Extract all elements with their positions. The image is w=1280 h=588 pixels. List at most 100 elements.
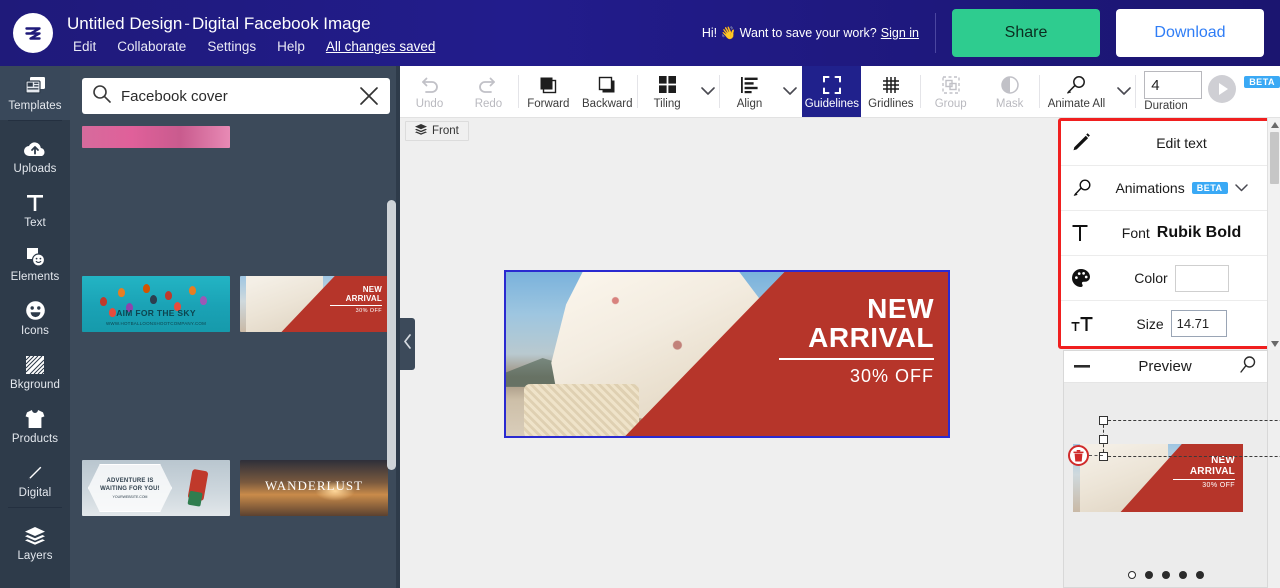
close-x-icon[interactable]: [358, 85, 380, 107]
play-button[interactable]: [1202, 66, 1242, 117]
elements-icon: [25, 246, 46, 268]
pagination-dot-5[interactable]: [1195, 571, 1204, 579]
size-row[interactable]: Size: [1061, 301, 1268, 346]
selection-handle-tl[interactable]: [1099, 416, 1108, 425]
thumb-sub: YOURWEBSITE.COM: [112, 495, 148, 499]
collapse-panel-button[interactable]: [400, 318, 415, 370]
font-value[interactable]: Rubik Bold: [1157, 224, 1241, 242]
duration-input[interactable]: [1144, 71, 1203, 99]
search-box[interactable]: [82, 78, 390, 114]
sidebar-item-bkground[interactable]: Bkground: [0, 345, 70, 399]
canvas-toolbar: Undo Redo Forward Backward Tiling Align …: [400, 66, 1280, 118]
list-item[interactable]: WANDERLUST: [240, 460, 388, 516]
list-item[interactable]: ADVENTURE IS WAITING FOR YOU! YOURWEBSIT…: [82, 460, 230, 516]
design-canvas[interactable]: NEW ARRIVAL 30% OFF: [504, 270, 950, 438]
minimize-button[interactable]: [1074, 365, 1090, 368]
templates-scrollbar[interactable]: [387, 200, 396, 470]
guidelines-label: Guidelines: [804, 97, 860, 110]
scroll-down-arrow-icon[interactable]: [1268, 337, 1280, 350]
signin-prompt-text: Hi! 👋 Want to save your work?: [701, 25, 877, 40]
layers-icon: [24, 525, 46, 547]
animate-all-button[interactable]: Animate All: [1040, 66, 1113, 117]
thumb-line2: ARRIVAL: [345, 294, 382, 303]
align-lines-icon: [740, 74, 759, 96]
sidebar-item-text[interactable]: Text: [0, 183, 70, 237]
animations-label: Animations: [1115, 180, 1185, 196]
list-item[interactable]: [82, 126, 230, 148]
group-label: Group: [934, 97, 967, 110]
guidelines-button[interactable]: Guidelines: [802, 66, 862, 117]
animate-icon: [1064, 74, 1088, 96]
edit-text-row[interactable]: Edit text: [1061, 121, 1268, 166]
design-text-block[interactable]: NEW ARRIVAL 30% OFF: [779, 294, 934, 387]
selection-handle-ml[interactable]: [1099, 435, 1108, 444]
pagination-dot-3[interactable]: [1161, 571, 1170, 579]
sidebar-item-digital[interactable]: Digital: [0, 453, 70, 507]
animate-caret[interactable]: [1113, 66, 1136, 117]
app-logo[interactable]: [13, 13, 53, 53]
grid-gap-1: [82, 342, 388, 460]
font-row[interactable]: Font Rubik Bold: [1061, 211, 1268, 256]
sidebar-item-templates[interactable]: Templates: [0, 66, 70, 120]
front-badge-label: Front: [432, 125, 459, 137]
pagination-dot-1[interactable]: [1127, 571, 1136, 579]
list-item[interactable]: NEW ARRIVAL 30% OFF: [240, 276, 388, 332]
edit-text-center: Edit text: [1105, 135, 1258, 151]
pagination-dot-2[interactable]: [1144, 571, 1153, 579]
sidebar-label-elements: Elements: [10, 270, 60, 283]
animations-row[interactable]: Animations BETA: [1061, 166, 1268, 211]
right-panel-scrollbar[interactable]: [1267, 118, 1280, 350]
design-line-off: 30% OFF: [849, 366, 934, 386]
templates-grid: AIM FOR THE SKY WWW.HOTBALLOONSHOOTCOMPA…: [82, 126, 388, 588]
undo-button[interactable]: Undo: [400, 66, 459, 117]
redo-button[interactable]: Redo: [459, 66, 518, 117]
align-caret[interactable]: [779, 66, 802, 117]
sidebar-item-icons[interactable]: Icons: [0, 291, 70, 345]
chevron-down-icon[interactable]: [1234, 179, 1248, 197]
menu-item-help[interactable]: Help: [277, 39, 305, 54]
menu-bar: Edit Collaborate Settings Help All chang…: [67, 39, 435, 54]
color-row[interactable]: Color: [1061, 256, 1268, 301]
gridlines-button[interactable]: Gridlines: [861, 66, 920, 117]
document-name[interactable]: Untitled Design: [67, 14, 182, 33]
menu-item-collaborate[interactable]: Collaborate: [117, 39, 186, 54]
sidebar-item-products[interactable]: Products: [0, 399, 70, 453]
tiling-caret[interactable]: [697, 66, 720, 117]
font-t-icon: [1071, 223, 1105, 243]
scroll-up-arrow-icon[interactable]: [1268, 118, 1280, 131]
thumb-line1: ADVENTURE IS: [106, 478, 154, 484]
sidebar-item-elements[interactable]: Elements: [0, 237, 70, 291]
color-swatch[interactable]: [1174, 264, 1229, 292]
front-layer-badge[interactable]: Front: [405, 121, 469, 141]
list-item[interactable]: AIM FOR THE SKY WWW.HOTBALLOONSHOOTCOMPA…: [82, 276, 230, 332]
sidebar-item-uploads[interactable]: Uploads: [0, 129, 70, 183]
backward-button[interactable]: Backward: [578, 66, 637, 117]
download-button[interactable]: Download: [1116, 9, 1264, 57]
sidebar-label-icons: Icons: [21, 324, 49, 337]
align-button[interactable]: Align: [720, 66, 779, 117]
animations-center: Animations BETA: [1105, 179, 1258, 197]
tshirt-icon: [24, 408, 46, 430]
save-status[interactable]: All changes saved: [326, 39, 436, 54]
signin-link[interactable]: Sign in: [881, 26, 919, 40]
group-button[interactable]: Group: [921, 66, 980, 117]
search-input[interactable]: [111, 87, 358, 105]
tiling-button[interactable]: Tiling: [638, 66, 697, 117]
scroll-thumb[interactable]: [1270, 132, 1279, 184]
mask-icon: [1000, 74, 1020, 96]
trash-icon[interactable]: [1068, 445, 1089, 466]
magnifier-icon[interactable]: [1240, 355, 1257, 378]
sidebar-item-layers[interactable]: Layers: [0, 516, 70, 570]
selection-box[interactable]: [1099, 416, 1280, 461]
size-input[interactable]: [1170, 310, 1227, 337]
pagination-dot-4[interactable]: [1178, 571, 1187, 579]
pencil-edit-icon: [1071, 133, 1105, 153]
mask-button[interactable]: Mask: [980, 66, 1039, 117]
menu-item-edit[interactable]: Edit: [73, 39, 96, 54]
beta-badge: BETA: [1244, 76, 1280, 88]
selection-handle-bl[interactable]: [1099, 452, 1108, 461]
menu-item-settings[interactable]: Settings: [207, 39, 256, 54]
forward-button[interactable]: Forward: [519, 66, 578, 117]
sidebar-label-templates: Templates: [8, 99, 62, 112]
share-button[interactable]: Share: [952, 9, 1100, 57]
